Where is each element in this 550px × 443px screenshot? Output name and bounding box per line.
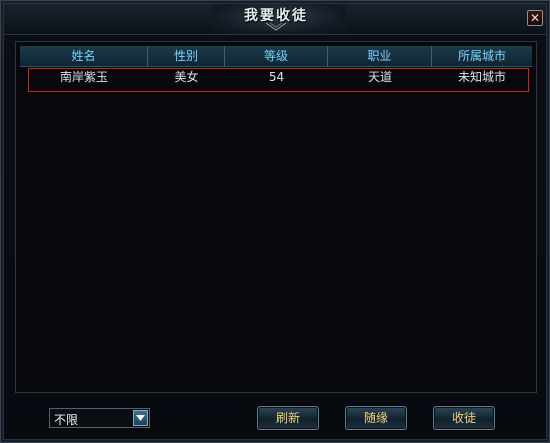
recruit-button[interactable]: 收徒 <box>433 406 495 430</box>
column-header-level[interactable]: 等级 <box>225 46 328 66</box>
cell-gender: 美女 <box>174 70 199 84</box>
cell-name: 南岸紫玉 <box>59 70 108 84</box>
table-row[interactable]: 南岸紫玉 美女 54 天道 未知城市 <box>20 67 532 92</box>
close-button[interactable]: ✕ <box>527 10 543 26</box>
column-header-gender[interactable]: 性别 <box>148 46 225 66</box>
cell-class: 天道 <box>367 70 392 84</box>
cell-level: 54 <box>268 70 285 84</box>
column-header-city[interactable]: 所属城市 <box>432 46 532 66</box>
filter-dropdown[interactable]: 不限 <box>49 408 150 428</box>
random-match-button[interactable]: 随缘 <box>345 406 407 430</box>
close-icon: ✕ <box>529 11 541 25</box>
candidate-list-panel: 姓名 性别 等级 职业 所属城市 南岸紫玉 美女 54 天道 未知城市 <box>15 41 537 393</box>
cell-city: 未知城市 <box>457 70 506 84</box>
filter-selected-value: 不限 <box>54 413 79 427</box>
table-header: 姓名 性别 等级 职业 所属城市 <box>20 46 532 67</box>
table-body: 南岸紫玉 美女 54 天道 未知城市 <box>20 67 532 92</box>
chevron-down-icon <box>136 415 145 421</box>
refresh-button[interactable]: 刷新 <box>257 406 319 430</box>
recruit-disciple-window: 我要收徒 ✕ 姓名 性别 等级 职业 所属城市 南岸紫玉 美女 54 天道 未知… <box>0 0 550 443</box>
column-header-class[interactable]: 职业 <box>328 46 432 66</box>
dropdown-arrow-button[interactable] <box>133 410 148 426</box>
column-header-name[interactable]: 姓名 <box>20 46 148 66</box>
title-crest-icon <box>265 22 287 31</box>
